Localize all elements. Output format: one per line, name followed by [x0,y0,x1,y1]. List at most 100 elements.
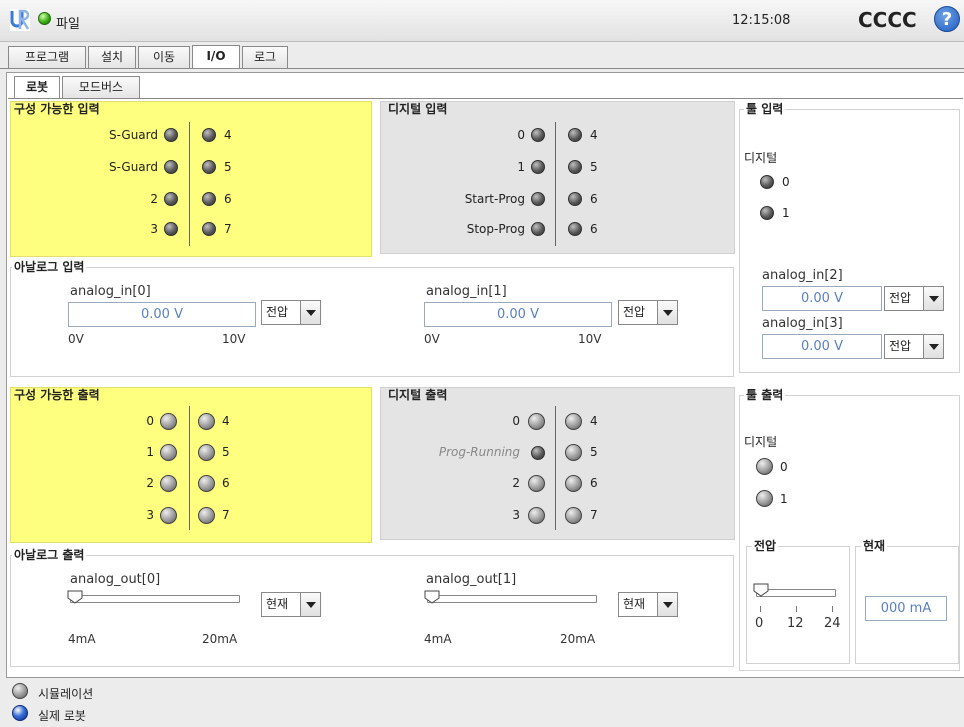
analog-in-3-value: 0.00 V [762,334,882,359]
help-icon[interactable]: ? [934,6,960,32]
digital-output-label: 7 [590,508,598,522]
led-icon [531,446,545,460]
tab-robot[interactable]: 로봇 [14,76,60,98]
tool-current-value: 000 mA [865,596,947,621]
chevron-down-icon[interactable] [300,301,320,324]
tab-installation[interactable]: 설치 [88,46,136,68]
analog-out-0-mode-select[interactable]: 현재 [261,592,321,617]
led-icon [531,192,545,206]
tab-log[interactable]: 로그 [242,46,288,68]
analog-in-0-label: analog_in[0] [70,284,151,299]
tab-modbus[interactable]: 모드버스 [62,76,140,98]
slider-thumb-icon[interactable] [753,583,769,597]
digital-output-label: 6 [590,476,598,490]
chevron-down-icon[interactable] [657,593,677,616]
output-toggle-icon[interactable] [160,475,177,492]
analog-out-1-min: 4mA [424,632,452,646]
select-value: 현재 [266,597,289,611]
led-icon [568,222,582,236]
config-input-label: 4 [224,128,232,142]
analog-out-1-label: analog_out[1] [426,572,517,587]
analog-out-1-mode-select[interactable]: 현재 [618,592,678,617]
tab-move[interactable]: 이동 [138,46,190,68]
output-toggle-icon[interactable] [756,458,773,475]
file-menu[interactable]: 파일 [56,13,80,32]
analog-out-1-slider[interactable] [427,595,597,603]
output-toggle-icon[interactable] [160,507,177,524]
output-toggle-icon[interactable] [565,475,582,492]
chevron-down-icon[interactable] [923,335,943,358]
led-icon [568,128,582,142]
output-toggle-icon[interactable] [528,475,545,492]
analog-out-0-slider[interactable] [70,595,240,603]
analog-out-1-max: 20mA [560,632,596,646]
output-toggle-icon[interactable] [565,413,582,430]
top-bar [0,0,964,42]
digital-output-label: 4 [590,414,598,428]
chevron-down-icon[interactable] [657,301,677,324]
digital-input-label: 0 [517,128,525,142]
file-status-icon [38,12,51,25]
analog-in-0-mode-select[interactable]: 전압 [261,300,321,325]
led-icon [164,128,178,142]
output-toggle-icon[interactable] [160,444,177,461]
tool-output-title: 툴 출력 [744,388,786,402]
tool-output-label: 1 [780,492,788,506]
output-toggle-icon[interactable] [198,444,215,461]
tool-input-title: 툴 입력 [744,102,786,116]
led-icon [568,160,582,174]
output-toggle-icon[interactable] [528,507,545,524]
tab-program[interactable]: 프로그램 [8,46,86,68]
output-toggle-icon[interactable] [160,413,177,430]
analog-in-2-mode-select[interactable]: 전압 [884,286,944,311]
config-input-label: S-Guard [109,160,158,174]
tab-io[interactable]: I/O [192,45,240,68]
config-input-divider [189,122,190,246]
config-output-label: 3 [146,508,154,522]
real-robot-label[interactable]: 실제 로봇 [38,707,86,724]
config-output-divider [189,406,190,530]
led-icon [164,192,178,206]
digital-input-label: 6 [590,222,598,236]
simulation-label[interactable]: 시뮬레이션 [38,685,93,702]
analog-in-3-mode-select[interactable]: 전압 [884,334,944,359]
select-value: 현재 [623,597,646,611]
led-icon [531,222,545,236]
tool-input-label: 0 [782,175,790,189]
select-value: 전압 [889,339,912,353]
chevron-down-icon[interactable] [300,593,320,616]
output-toggle-icon[interactable] [528,413,545,430]
output-toggle-icon[interactable] [198,507,215,524]
config-input-label: S-Guard [109,128,158,142]
real-robot-radio-icon[interactable] [12,705,28,721]
led-icon [164,222,178,236]
config-input-label: 2 [150,192,158,206]
output-toggle-icon[interactable] [198,475,215,492]
config-output-label: 5 [222,445,230,459]
voltage-tick-label: 0 [755,616,764,631]
output-toggle-icon[interactable] [565,507,582,524]
config-input-title: 구성 가능한 입력 [12,102,102,116]
digital-input-label: 6 [590,192,598,206]
slider-thumb-icon[interactable] [67,590,83,604]
led-icon [202,222,216,236]
config-input-label: 3 [150,222,158,236]
tick-mark [760,606,761,612]
led-icon [202,128,216,142]
select-value: 전압 [889,291,912,305]
simulation-radio-icon[interactable] [12,683,28,699]
chevron-down-icon[interactable] [923,287,943,310]
tool-voltage-panel [746,546,850,664]
analog-out-0-max: 20mA [202,632,238,646]
output-toggle-icon[interactable] [756,490,773,507]
digital-output-divider [555,406,556,530]
analog-in-1-mode-select[interactable]: 전압 [618,300,678,325]
digital-output-title: 디지털 출력 [386,388,450,402]
output-toggle-icon[interactable] [198,413,215,430]
analog-in-1-label: analog_in[1] [426,284,507,299]
analog-in-2-value: 0.00 V [762,286,882,311]
output-toggle-icon[interactable] [565,444,582,461]
config-output-label: 7 [222,508,230,522]
tool-digital-label: 디지털 [744,151,778,165]
slider-thumb-icon[interactable] [424,590,440,604]
